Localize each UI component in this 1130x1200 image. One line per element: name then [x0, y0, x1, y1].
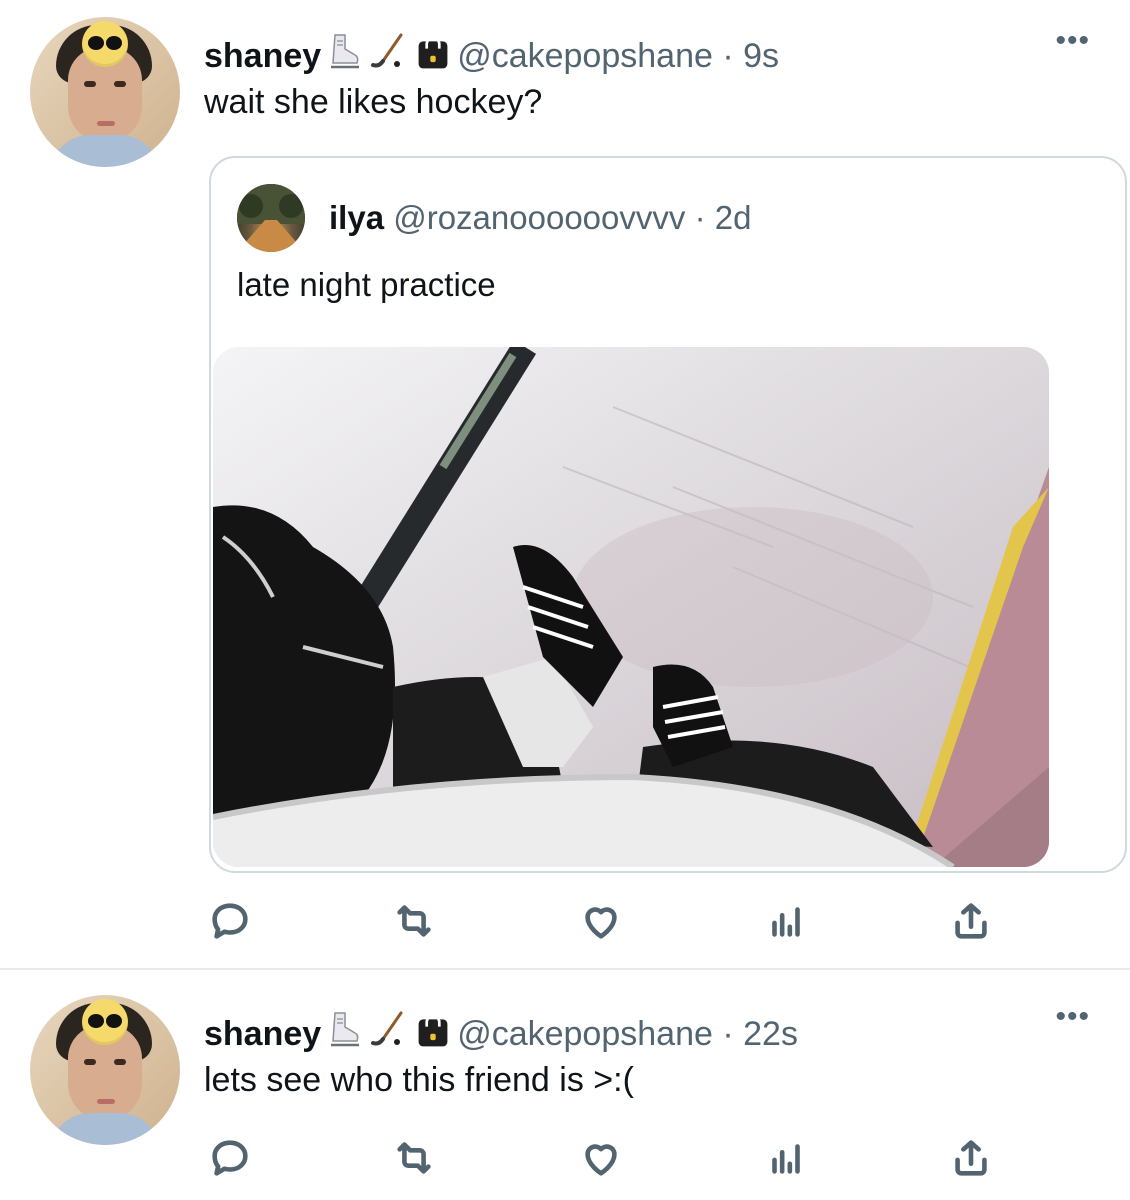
more-options-icon[interactable]: •••	[1055, 1000, 1090, 1034]
separator-dot: ·	[722, 37, 734, 75]
reply-icon[interactable]	[202, 1130, 258, 1186]
views-icon[interactable]	[758, 893, 814, 949]
tweet-actions	[0, 1130, 1130, 1190]
tweet-text: lets see who this friend is >:(	[204, 1061, 634, 1099]
quoted-tweet-image[interactable]	[213, 347, 1049, 867]
display-name[interactable]: shaney	[204, 37, 321, 75]
user-handle[interactable]: @cakepopshane	[457, 37, 713, 75]
quoted-user-handle[interactable]: @rozanoooooovvvv	[393, 199, 685, 236]
reply-icon[interactable]	[202, 893, 258, 949]
user-avatar[interactable]	[30, 995, 180, 1145]
ice-skate-emoji-icon	[325, 1009, 365, 1058]
like-icon[interactable]	[573, 1130, 629, 1186]
tweet-1[interactable]: shaney @cakepopshane · 9s ••• wait she li…	[0, 0, 1130, 970]
quoted-tweet-header: ilya @rozanoooooovvvv · 2d	[329, 198, 751, 238]
more-options-icon[interactable]: •••	[1055, 24, 1090, 58]
views-icon[interactable]	[758, 1130, 814, 1186]
like-icon[interactable]	[573, 893, 629, 949]
tweet-header: shaney @cakepopshane · 9s	[204, 31, 779, 81]
quoted-tweet[interactable]: ilya @rozanoooooovvvv · 2d late night pr…	[209, 156, 1127, 873]
tweet-text: wait she likes hockey?	[204, 83, 543, 121]
separator-dot: ·	[694, 199, 706, 236]
tweet-actions	[0, 893, 1130, 953]
display-name[interactable]: shaney	[204, 1015, 321, 1053]
hockey-stick-emoji-icon	[369, 1009, 409, 1058]
sunglasses-emoji-icon	[82, 21, 128, 67]
share-icon[interactable]	[943, 1130, 999, 1186]
tweet-timestamp[interactable]: 22s	[743, 1015, 798, 1053]
lock-icon	[415, 1014, 451, 1059]
retweet-icon[interactable]	[386, 893, 442, 949]
tweet-2[interactable]: shaney @cakepopshane · 22s ••• lets see w…	[0, 970, 1130, 1200]
quoted-tweet-timestamp[interactable]: 2d	[715, 199, 752, 236]
hockey-stick-emoji-icon	[369, 31, 409, 80]
quoted-display-name[interactable]: ilya	[329, 199, 384, 236]
lock-icon	[415, 36, 451, 81]
separator-dot: ·	[722, 1015, 734, 1053]
share-icon[interactable]	[943, 893, 999, 949]
ice-skate-emoji-icon	[325, 31, 365, 80]
quoted-tweet-text: late night practice	[237, 266, 496, 303]
tweet-header: shaney @cakepopshane · 22s	[204, 1009, 798, 1059]
retweet-icon[interactable]	[386, 1130, 442, 1186]
tweet-timestamp[interactable]: 9s	[743, 37, 779, 75]
quoted-user-avatar[interactable]	[237, 184, 305, 252]
sunglasses-emoji-icon	[82, 999, 128, 1045]
user-avatar[interactable]	[30, 17, 180, 167]
user-handle[interactable]: @cakepopshane	[457, 1015, 713, 1053]
